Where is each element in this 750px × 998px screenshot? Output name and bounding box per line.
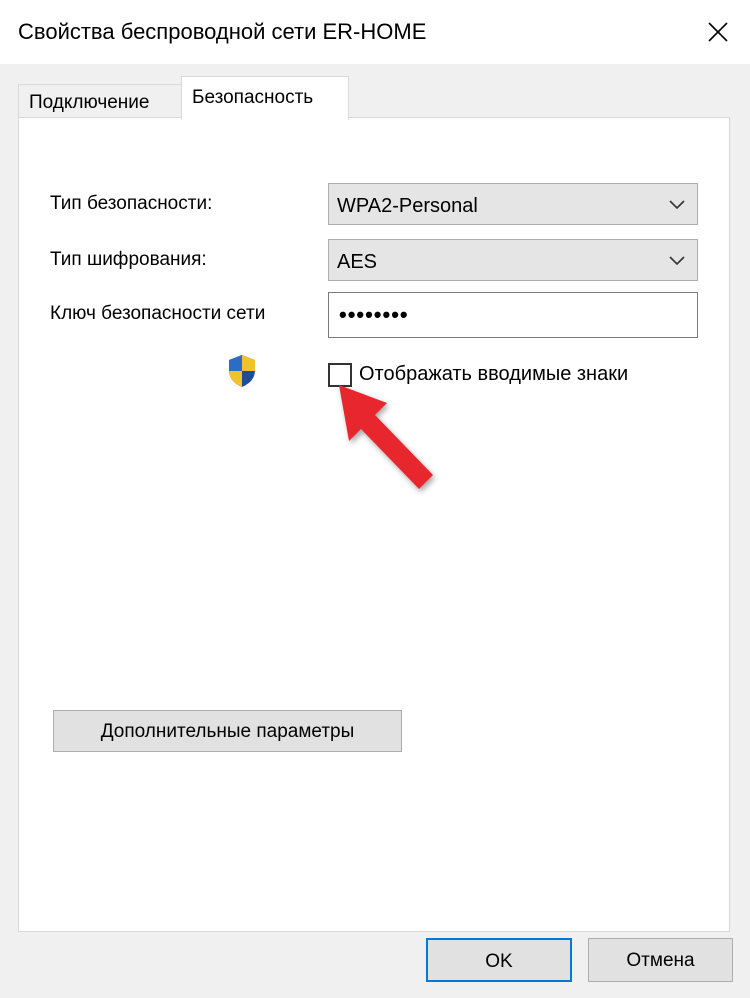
- ok-label: OK: [485, 951, 513, 972]
- ok-button[interactable]: OK: [426, 938, 572, 982]
- close-button[interactable]: [700, 14, 736, 50]
- chevron-down-icon: [669, 200, 685, 210]
- chevron-down-icon: [669, 256, 685, 266]
- close-icon: [708, 22, 728, 42]
- tab-security[interactable]: Безопасность: [181, 76, 349, 120]
- cancel-label: Отмена: [626, 950, 695, 971]
- encryption-type-value: AES: [337, 251, 378, 273]
- tab-connection[interactable]: Подключение: [18, 84, 182, 118]
- network-key-field[interactable]: ••••••••: [328, 292, 698, 338]
- encryption-type-select[interactable]: AES: [328, 239, 698, 281]
- tab-connection-label: Подключение: [29, 92, 150, 113]
- encryption-type-label: Тип шифрования:: [50, 249, 207, 270]
- security-type-value: WPA2-Personal: [337, 195, 478, 217]
- network-key-value: ••••••••: [339, 302, 409, 327]
- wireless-properties-dialog: Свойства беспроводной сети ER-HOME Подкл…: [0, 0, 750, 998]
- advanced-settings-label: Дополнительные параметры: [100, 721, 355, 742]
- title-bar: Свойства беспроводной сети ER-HOME: [0, 0, 750, 64]
- advanced-settings-button[interactable]: Дополнительные параметры: [53, 710, 402, 752]
- window-title: Свойства беспроводной сети ER-HOME: [18, 19, 427, 44]
- network-key-label: Ключ безопасности сети: [50, 303, 266, 324]
- cancel-button[interactable]: Отмена: [588, 938, 733, 982]
- security-panel: Тип безопасности: WPA2-Personal Тип шифр…: [18, 117, 730, 932]
- red-arrow-annotation: [339, 385, 433, 489]
- security-type-select[interactable]: WPA2-Personal: [328, 183, 698, 225]
- tab-security-label: Безопасность: [192, 87, 314, 108]
- shield-icon: [229, 355, 255, 387]
- security-type-label: Тип безопасности:: [50, 193, 213, 214]
